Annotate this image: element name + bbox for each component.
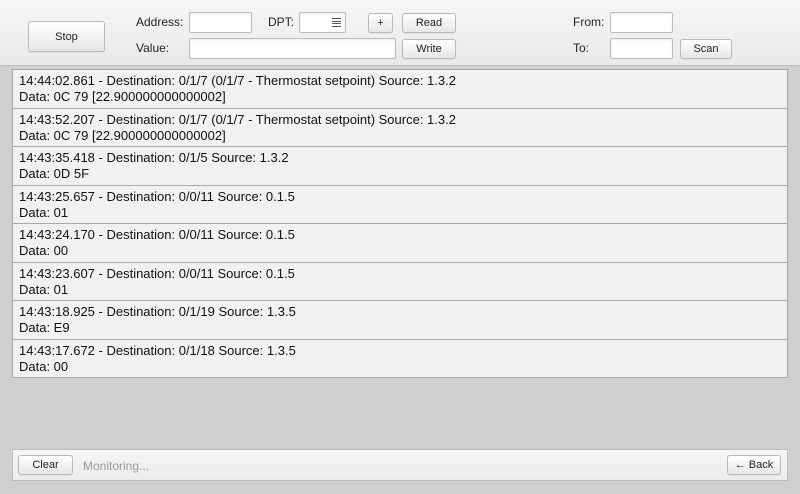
dpt-label: DPT:	[268, 15, 295, 29]
log-entry-header: 14:43:25.657 - Destination: 0/0/11 Sourc…	[19, 188, 295, 204]
log-entry-header: 14:43:35.418 - Destination: 0/1/5 Source…	[19, 150, 289, 165]
log-entry[interactable]: 14:44:02.861 - Destination: 0/1/7 (0/1/7…	[13, 70, 787, 109]
log-entry-header: 14:43:17.672 - Destination: 0/1/18 Sourc…	[19, 342, 296, 358]
from-field[interactable]	[610, 12, 673, 33]
log-entry[interactable]: 14:43:35.418 - Destination: 0/1/5 Source…	[13, 147, 787, 186]
log-entry[interactable]: 14:43:24.170 - Destination: 0/0/11 Sourc…	[13, 224, 787, 263]
log-entry-data: Data: 01	[19, 281, 69, 297]
from-label: From:	[573, 15, 605, 29]
back-button[interactable]: ← Back	[727, 455, 781, 475]
from-input[interactable]	[611, 13, 672, 32]
value-input[interactable]	[190, 39, 395, 58]
telegram-log[interactable]: 14:44:02.861 - Destination: 0/1/7 (0/1/7…	[12, 69, 788, 378]
status-text: Monitoring...	[83, 459, 150, 473]
clear-button[interactable]: Clear	[18, 455, 73, 475]
log-entry-data: Data: 00	[19, 243, 69, 258]
log-entry-data: Data: E9	[19, 320, 70, 335]
value-field[interactable]	[189, 38, 396, 59]
log-entry-header: 14:43:24.170 - Destination: 0/0/11 Sourc…	[19, 227, 295, 242]
log-entry-header: 14:43:23.607 - Destination: 0/0/11 Sourc…	[19, 265, 295, 281]
address-label: Address:	[136, 15, 184, 29]
log-entry-data: Data: 01	[19, 204, 69, 220]
log-entry-data: Data: 00	[19, 358, 69, 374]
toolbar: Stop Address: DPT: + Read Value: Write F…	[0, 0, 800, 66]
log-entry-header: 14:43:52.207 - Destination: 0/1/7 (0/1/7…	[19, 111, 456, 127]
log-entry-header: 14:44:02.861 - Destination: 0/1/7 (0/1/7…	[19, 73, 456, 88]
footer-bar: Clear Monitoring... ← Back	[12, 449, 788, 481]
log-entry-data: Data: 0D 5F	[19, 166, 90, 181]
read-button[interactable]: Read	[402, 13, 456, 33]
dpt-select[interactable]	[299, 12, 346, 33]
log-entry[interactable]: 14:43:18.925 - Destination: 0/1/19 Sourc…	[13, 301, 787, 340]
log-entry-data: Data: 0C 79 [22.900000000000002]	[19, 127, 226, 143]
list-icon	[332, 18, 341, 27]
add-button[interactable]: +	[368, 13, 393, 33]
write-button[interactable]: Write	[402, 39, 456, 59]
log-entry-header: 14:43:18.925 - Destination: 0/1/19 Sourc…	[19, 304, 296, 319]
log-entry[interactable]: 14:43:17.672 - Destination: 0/1/18 Sourc…	[13, 339, 787, 377]
address-input[interactable]	[190, 13, 251, 32]
to-field[interactable]	[610, 38, 673, 59]
log-entry-data: Data: 0C 79 [22.900000000000002]	[19, 89, 226, 104]
log-entry[interactable]: 14:43:23.607 - Destination: 0/0/11 Sourc…	[13, 262, 787, 301]
to-input[interactable]	[611, 39, 672, 58]
stop-button[interactable]: Stop	[28, 21, 105, 52]
log-entry[interactable]: 14:43:25.657 - Destination: 0/0/11 Sourc…	[13, 185, 787, 224]
value-label: Value:	[136, 41, 170, 55]
to-label: To:	[573, 41, 590, 55]
log-entry[interactable]: 14:43:52.207 - Destination: 0/1/7 (0/1/7…	[13, 108, 787, 147]
scan-button[interactable]: Scan	[680, 39, 732, 59]
address-field[interactable]	[189, 12, 252, 33]
